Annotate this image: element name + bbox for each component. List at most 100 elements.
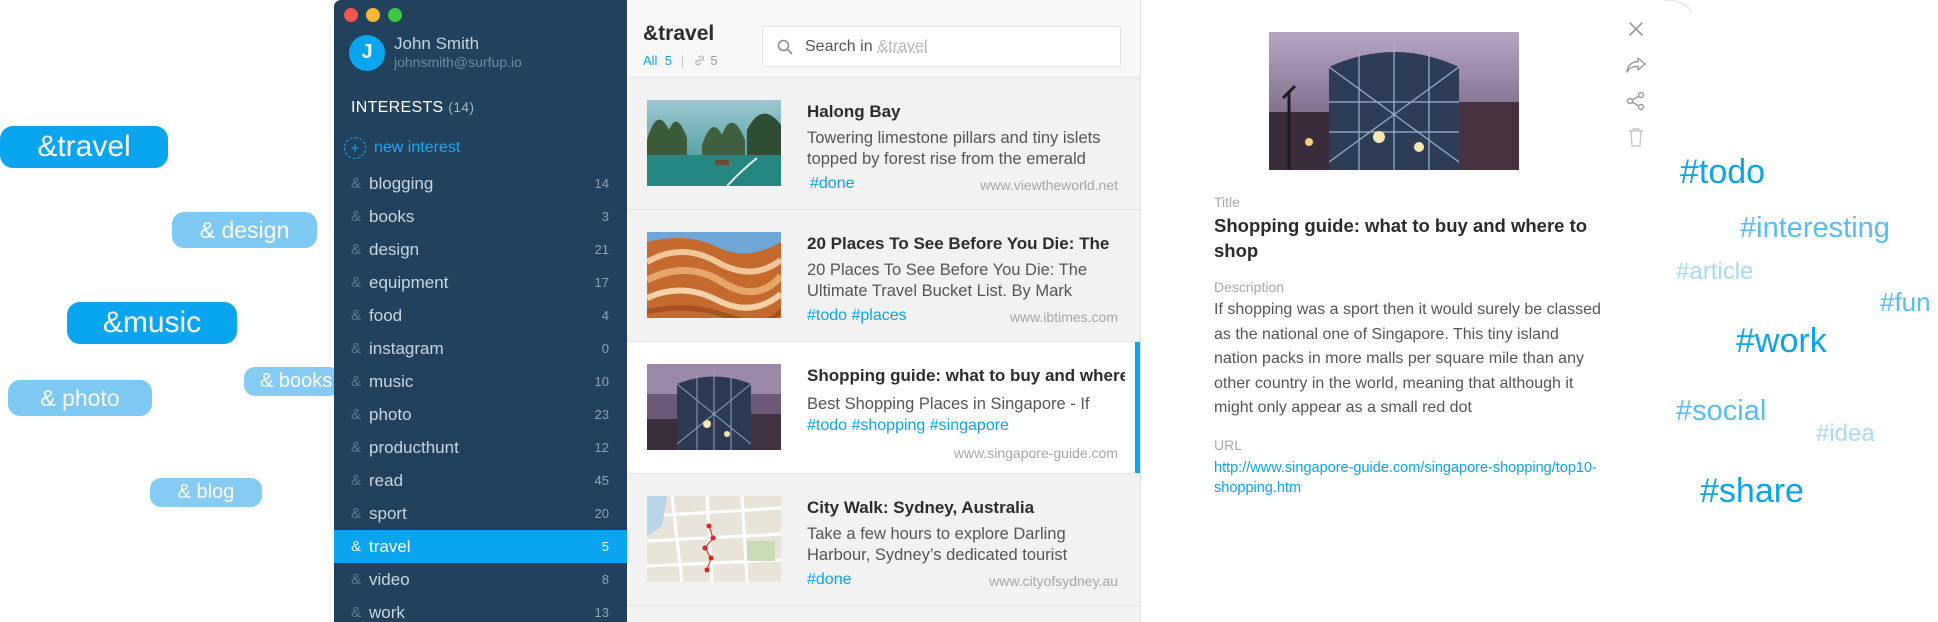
thumbnail-halong-bay <box>647 100 781 186</box>
sidebar-item-label: producthunt <box>369 437 459 457</box>
floating-hashtag-social[interactable]: #social <box>1676 395 1766 428</box>
floating-tag-music[interactable]: &music <box>67 302 237 344</box>
ampersand-icon: & <box>351 505 362 522</box>
trash-icon[interactable] <box>1625 126 1647 148</box>
detail-url-link[interactable]: http://www.singapore-guide.com/singapore… <box>1214 458 1634 498</box>
list-title: &travel <box>643 22 715 45</box>
filter-all[interactable]: All 5 <box>643 53 672 68</box>
bookmark-card[interactable]: 20 Places To See Before You Die: The 20 … <box>627 210 1140 342</box>
sidebar-item-food[interactable]: & food 4 <box>334 299 627 332</box>
sidebar-item-count: 17 <box>594 275 609 290</box>
floating-hashtag-todo[interactable]: #todo <box>1680 153 1765 192</box>
card-description: Towering limestone pillars and tiny isle… <box>807 129 1101 168</box>
bookmark-card-selected[interactable]: Shopping guide: what to buy and where Be… <box>627 342 1140 474</box>
user-profile[interactable]: J John Smith johnsmith@surfup.io <box>349 34 522 71</box>
sidebar-item-design[interactable]: & design 21 <box>334 233 627 266</box>
sidebar-item-books[interactable]: & books 3 <box>334 200 627 233</box>
search-scope: &travel <box>877 37 928 55</box>
bookmark-card[interactable]: Halong Bay Towering limestone pillars an… <box>627 78 1140 210</box>
detail-image <box>1269 32 1519 170</box>
floating-hashtag-work[interactable]: #work <box>1736 322 1827 361</box>
share-icon[interactable] <box>1625 90 1647 112</box>
card-tags[interactable]: #todo #shopping #singapore <box>807 417 1009 435</box>
sidebar-item-sport[interactable]: & sport 20 <box>334 497 627 530</box>
sidebar-item-label: video <box>369 569 410 589</box>
new-interest-button[interactable]: + new interest <box>344 137 460 159</box>
sidebar-item-video[interactable]: & video 8 <box>334 563 627 596</box>
detail-title-label: Title <box>1214 194 1240 210</box>
ampersand-icon: & <box>351 373 362 390</box>
floating-tag-design[interactable]: & design <box>172 212 317 248</box>
sidebar-item-count: 23 <box>594 407 609 422</box>
bookmark-list-pane: &travel All 5 | 5 Search in &travel Halo… <box>627 0 1141 622</box>
detail-title[interactable]: Shopping guide: what to buy and where to… <box>1214 213 1594 263</box>
forward-icon[interactable] <box>1625 54 1647 76</box>
floating-hashtag-interesting[interactable]: #interesting <box>1740 212 1890 245</box>
ampersand-icon: & <box>351 472 362 489</box>
card-tags[interactable]: #done <box>810 175 855 193</box>
window-minimize-button[interactable] <box>366 8 380 22</box>
new-interest-label: new interest <box>374 139 461 156</box>
card-url[interactable]: www.cityofsydney.au <box>989 573 1118 589</box>
window-corner-decoration <box>1664 0 1693 13</box>
sidebar-item-producthunt[interactable]: & producthunt 12 <box>334 431 627 464</box>
floating-tag-photo[interactable]: & photo <box>8 380 152 416</box>
bookmark-card[interactable]: City Walk: Sydney, Australia Take a few … <box>627 474 1140 606</box>
sidebar-item-label: blogging <box>369 173 434 193</box>
card-tags[interactable]: #done <box>807 571 852 589</box>
floating-hashtag-article[interactable]: #article <box>1676 258 1753 286</box>
ampersand-icon: & <box>351 604 362 621</box>
sidebar-item-blogging[interactable]: & blogging 14 <box>334 167 627 200</box>
search-input[interactable]: Search in &travel <box>762 26 1121 67</box>
sidebar-item-count: 5 <box>601 539 609 554</box>
floating-hashtag-idea[interactable]: #idea <box>1816 420 1875 448</box>
card-url[interactable]: www.viewtheworld.net <box>980 177 1118 193</box>
sidebar-item-equipment[interactable]: & equipment 17 <box>334 266 627 299</box>
sidebar-item-label: work <box>369 602 405 622</box>
thumbnail-singapore-mall <box>647 364 781 450</box>
floating-tag-blog[interactable]: & blog <box>150 478 262 507</box>
sidebar-item-count: 20 <box>594 506 609 521</box>
floating-hashtag-share[interactable]: #share <box>1700 472 1804 511</box>
sidebar-item-music[interactable]: & music 10 <box>334 365 627 398</box>
sidebar-item-read[interactable]: & read 45 <box>334 464 627 497</box>
search-placeholder: Search in <box>805 37 873 55</box>
sidebar-item-count: 13 <box>594 605 609 620</box>
sidebar-item-count: 3 <box>601 209 609 224</box>
ampersand-icon: & <box>351 406 362 423</box>
user-email: johnsmith@surfup.io <box>394 54 522 70</box>
card-url[interactable]: www.singapore-guide.com <box>954 445 1118 461</box>
window-close-button[interactable] <box>344 8 358 22</box>
ampersand-icon: & <box>351 340 362 357</box>
ampersand-icon: & <box>351 571 362 588</box>
plus-icon: + <box>344 137 366 159</box>
sidebar-item-label: read <box>369 470 404 490</box>
sidebar-item-count: 4 <box>601 308 609 323</box>
filter-links[interactable]: 5 <box>693 53 718 68</box>
user-name: John Smith <box>394 34 480 53</box>
card-tags[interactable]: #todo #places <box>807 307 907 325</box>
detail-description[interactable]: If shopping was a sport then it would su… <box>1214 298 1604 421</box>
sidebar-item-work[interactable]: & work 13 <box>334 596 627 622</box>
interests-list: & blogging 14 & books 3 & design 21 & equipment 17 &… <box>334 167 627 622</box>
card-title: 20 Places To See Before You Die: The <box>807 234 1110 253</box>
sidebar-item-label: instagram <box>369 338 444 358</box>
sidebar-item-instagram[interactable]: & instagram 0 <box>334 332 627 365</box>
card-description: Best Shopping Places in Singapore - If <box>807 395 1090 413</box>
list-filter: All 5 | 5 <box>643 53 718 68</box>
close-icon[interactable] <box>1625 18 1647 40</box>
ampersand-icon: & <box>351 208 362 225</box>
detail-actions <box>1625 18 1647 148</box>
detail-description-label: Description <box>1214 279 1285 295</box>
interests-heading-label: INTERESTS <box>351 99 444 116</box>
sidebar-item-photo[interactable]: & photo 23 <box>334 398 627 431</box>
floating-tag-books[interactable]: & books <box>244 367 340 396</box>
sidebar-item-label: books <box>369 206 415 226</box>
sidebar-item-label: design <box>369 239 420 259</box>
floating-tag-travel[interactable]: &travel <box>0 126 168 168</box>
window-maximize-button[interactable] <box>388 8 402 22</box>
ampersand-icon: & <box>351 307 362 324</box>
card-url[interactable]: www.ibtimes.com <box>1010 309 1118 325</box>
floating-hashtag-fun[interactable]: #fun <box>1880 287 1931 318</box>
sidebar-item-travel[interactable]: & travel 5 <box>334 530 627 563</box>
